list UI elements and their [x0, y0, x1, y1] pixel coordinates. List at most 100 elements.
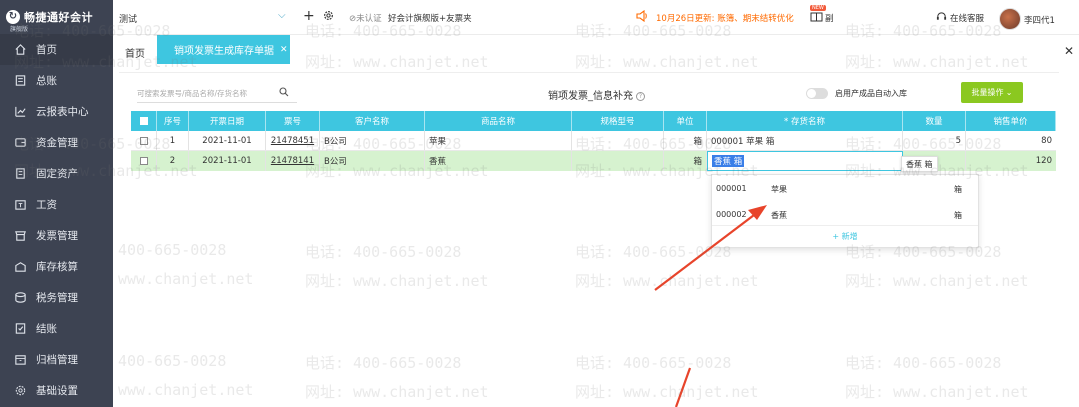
close-page-icon[interactable]: ✕	[1064, 44, 1074, 58]
gift-icon[interactable]	[810, 10, 823, 25]
cell-price[interactable]: 80	[966, 131, 1056, 150]
cell-ticket-link[interactable]: 21478451	[266, 131, 320, 150]
sidebar-item-home[interactable]: 首页	[0, 34, 113, 65]
product-name: 好会计旗舰版+友票夹	[388, 14, 472, 24]
auto-inbound-toggle[interactable]	[806, 88, 828, 99]
cell-unit: 箱	[664, 151, 707, 171]
online-service-link[interactable]: 在线客服	[950, 12, 984, 24]
page-title-text: 销项发票_信息补充	[548, 91, 633, 102]
update-notice[interactable]: 10月26日更新: 账簿、期末结转优化	[656, 12, 794, 24]
col-seq[interactable]: 序号	[157, 111, 189, 131]
cell-qty[interactable]: 5	[903, 131, 966, 150]
sidebar-item-asset[interactable]: 固定资产	[0, 158, 113, 189]
sidebar-item-label: 总账	[36, 75, 57, 87]
tax-icon	[14, 291, 27, 304]
chevron-down-icon: ⌄	[1005, 88, 1013, 97]
sidebar-item-invoice[interactable]: 发票管理	[0, 220, 113, 251]
sidebar-item-warehouse[interactable]: 库存核算	[0, 251, 113, 282]
table-header: 序号 开票日期 票号 客户名称 商品名称 规格型号 单位 * 存货名称 数量 销…	[131, 111, 1056, 131]
tab-home[interactable]: 首页	[125, 45, 145, 60]
add-icon[interactable]: +	[303, 8, 315, 24]
inventory-edit-input[interactable]: 香蕉 箱	[707, 151, 903, 171]
sidebar-item-chart[interactable]: 云报表中心	[0, 96, 113, 127]
sidebar-item-label: 结账	[36, 323, 57, 335]
sidebar-item-label: 发票管理	[36, 230, 78, 242]
add-new-inventory-button[interactable]: + 新增	[712, 225, 978, 248]
col-qty[interactable]: 数量	[903, 111, 966, 131]
search-input[interactable]	[137, 85, 272, 101]
headset-icon[interactable]	[936, 11, 947, 25]
batch-operation-button[interactable]: 批量操作 ⌄	[961, 82, 1023, 103]
row-checkbox[interactable]	[131, 151, 157, 171]
col-product[interactable]: 商品名称	[425, 111, 572, 131]
col-unit[interactable]: 单位	[664, 111, 707, 131]
inventory-dropdown: 000001 苹果 箱 000002 香蕉 箱 + 新增	[711, 174, 979, 248]
sidebar-item-label: 归档管理	[36, 354, 78, 366]
tab-bar: 首页 销项发票生成库存单据 ✕	[113, 35, 1079, 67]
page-title: 销项发票_信息补充?	[548, 87, 645, 102]
chart-icon	[14, 105, 27, 118]
col-price[interactable]: 销售单价	[966, 111, 1056, 131]
col-inventory[interactable]: * 存货名称	[707, 111, 903, 131]
inventory-tooltip: 香蕉 箱	[901, 156, 938, 172]
sidebar-item-archive[interactable]: 归档管理	[0, 344, 113, 375]
gift-label: 副	[825, 14, 834, 24]
option-name: 苹果	[771, 185, 787, 194]
search-box	[137, 85, 297, 103]
brand-logo[interactable]: ↻ 畅捷通好会计 旗舰版	[0, 0, 113, 34]
cell-inventory[interactable]: 000001 苹果 箱	[707, 131, 903, 150]
cell-price[interactable]: 120	[966, 151, 1056, 171]
row-checkbox[interactable]	[131, 131, 157, 150]
company-selector[interactable]: 测试	[119, 12, 137, 25]
option-name: 香蕉	[771, 211, 787, 220]
cell-seq: 1	[157, 131, 189, 150]
invoice-icon	[14, 229, 27, 242]
brand-name: 畅捷通好会计	[24, 11, 93, 24]
sidebar-item-payroll[interactable]: 工资	[0, 189, 113, 220]
option-unit: 箱	[954, 185, 962, 194]
chevron-down-icon[interactable]: ⌵	[278, 10, 286, 21]
sidebar-item-close-book[interactable]: 结账	[0, 313, 113, 344]
sidebar-item-label: 基础设置	[36, 385, 78, 397]
help-icon[interactable]: ?	[636, 92, 645, 101]
cert-status[interactable]: ⊘未认证	[349, 12, 382, 24]
search-icon[interactable]	[279, 87, 289, 100]
sidebar-item-tax[interactable]: 税务管理	[0, 282, 113, 313]
gear-icon[interactable]	[323, 10, 334, 24]
archive-icon	[14, 353, 27, 366]
cert-label: 未认证	[356, 14, 382, 24]
avatar[interactable]	[999, 8, 1021, 30]
col-ticket[interactable]: 票号	[266, 111, 320, 131]
tab-invoice-to-inventory[interactable]: 销项发票生成库存单据 ✕	[157, 35, 290, 64]
sidebar-item-label: 税务管理	[36, 292, 78, 304]
col-spec[interactable]: 规格型号	[572, 111, 664, 131]
sidebar-item-label: 首页	[36, 44, 57, 56]
ledger-icon	[14, 74, 27, 87]
col-date[interactable]: 开票日期	[189, 111, 266, 131]
wallet-icon	[14, 136, 27, 149]
settings-icon	[14, 384, 27, 397]
speaker-icon	[636, 9, 648, 25]
sidebar-item-label: 工资	[36, 199, 57, 211]
close-icon[interactable]: ✕	[280, 45, 288, 55]
cell-customer: B公司	[320, 151, 425, 171]
table-row[interactable]: 1 2021-11-01 21478451 B公司 苹果 箱 000001 苹果…	[131, 131, 1056, 151]
sidebar-item-wallet[interactable]: 资金管理	[0, 127, 113, 158]
home-icon	[14, 43, 27, 56]
cell-date: 2021-11-01	[189, 131, 266, 150]
sidebar-item-label: 云报表中心	[36, 106, 89, 118]
sidebar-item-ledger[interactable]: 总账	[0, 65, 113, 96]
inventory-edit-value[interactable]: 香蕉 箱	[712, 155, 745, 167]
select-all-checkbox[interactable]	[131, 111, 157, 131]
cell-spec	[572, 151, 664, 171]
username[interactable]: 李四代1	[1024, 14, 1055, 26]
sidebar-item-label: 固定资产	[36, 168, 78, 180]
dropdown-option[interactable]: 000001 苹果 箱	[712, 175, 978, 201]
sidebar-item-settings[interactable]: 基础设置	[0, 375, 113, 406]
dropdown-option[interactable]: 000002 香蕉 箱	[712, 201, 978, 227]
cell-product: 香蕉	[425, 151, 572, 171]
col-customer[interactable]: 客户名称	[320, 111, 425, 131]
top-bar: 测试 ⌵ + ⊘未认证 好会计旗舰版+友票夹 10月26日更新: 账簿、期末结转…	[113, 0, 1079, 35]
asset-icon	[14, 167, 27, 180]
cell-ticket-link[interactable]: 21478141	[266, 151, 320, 171]
